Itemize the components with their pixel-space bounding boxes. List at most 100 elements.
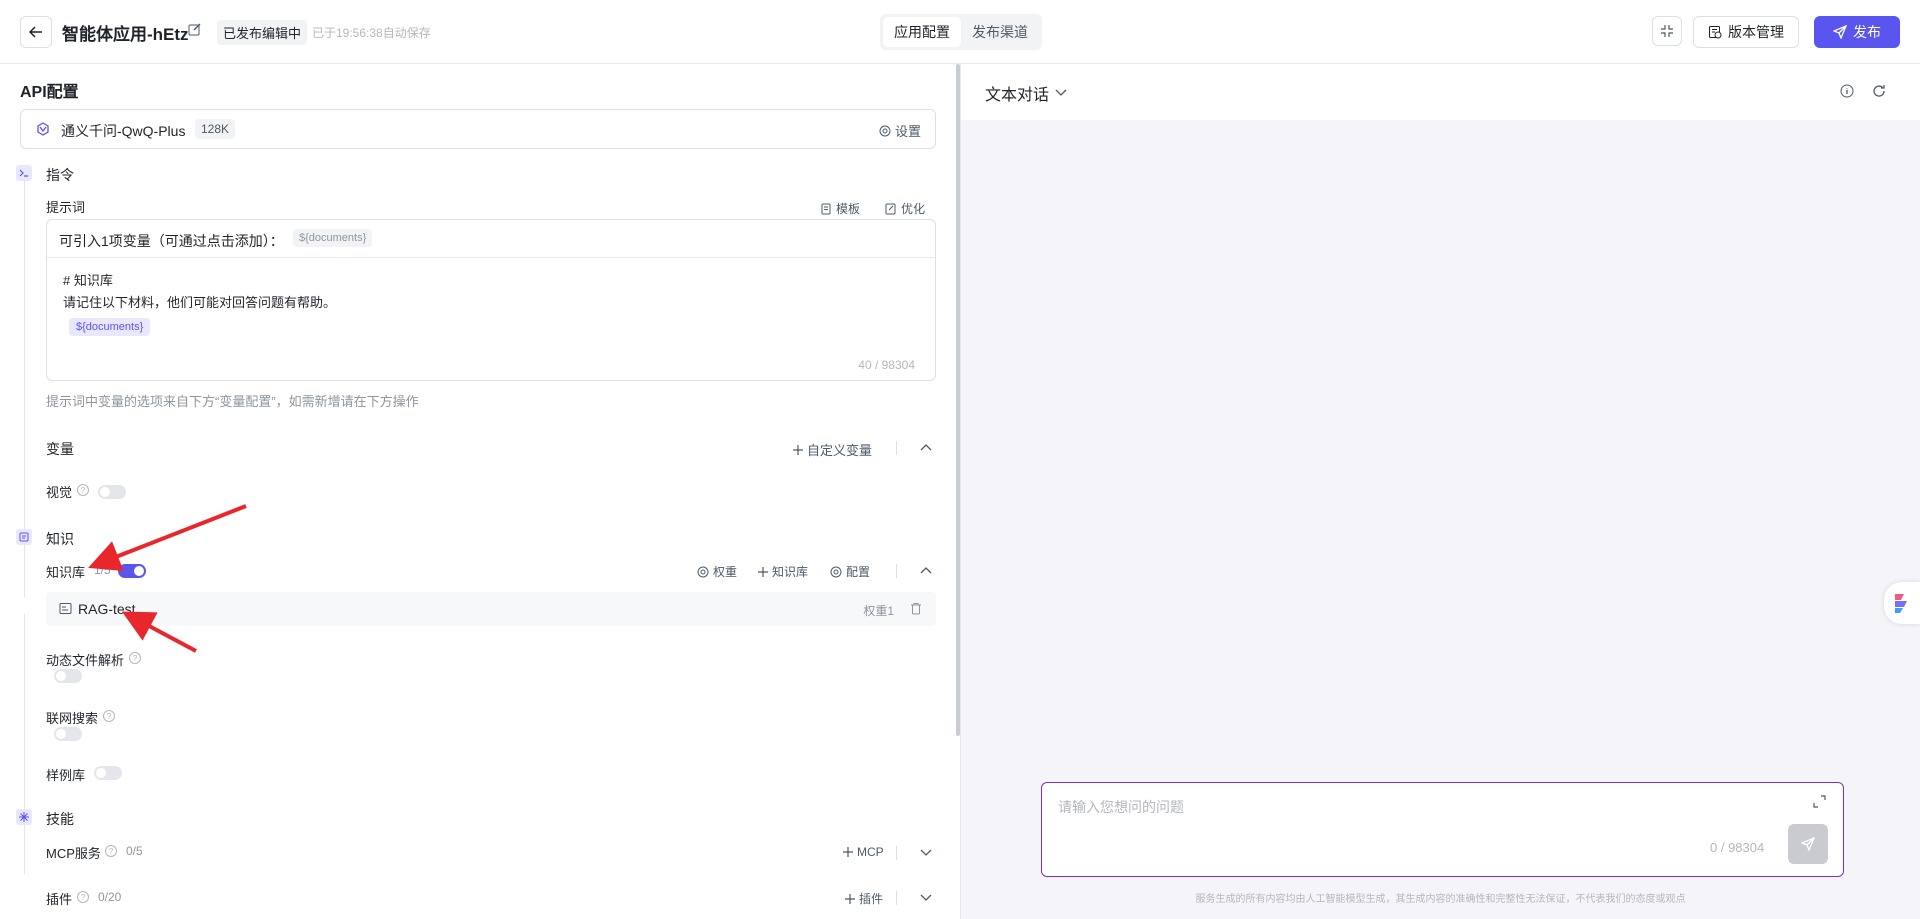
plus-icon [793,444,803,455]
edit-icon[interactable] [188,23,201,36]
chevron-up-icon[interactable] [920,443,932,451]
refresh-icon[interactable] [1872,84,1886,98]
weight-button[interactable]: 权重 [697,563,737,580]
template-button[interactable]: 模板 [821,200,860,217]
magic-icon [885,203,897,215]
skills-icon [16,809,32,825]
config-tabs: 应用配置 发布渠道 [880,14,1042,50]
collapse-button[interactable] [1652,16,1682,46]
tab-app-config[interactable]: 应用配置 [883,17,961,47]
knowledge-base-item[interactable]: RAG-test 权重1 [46,592,936,626]
gear-icon [879,125,891,137]
vision-toggle[interactable] [98,485,126,499]
prompt-line: 请记住以下材料，他们可能对回答问题有帮助。 [63,295,337,310]
web-search-toggle[interactable] [54,727,82,741]
version-icon [1708,25,1722,39]
web-search-label: 联网搜索 [46,711,99,726]
variable-tag-documents[interactable]: ${documents} [293,229,373,247]
template-label: 模板 [836,202,861,216]
knowledge-config-button[interactable]: 配置 [830,563,870,580]
chat-input-placeholder: 请输入您想问的问题 [1058,799,1184,815]
dynamic-file-toggle[interactable] [54,669,82,683]
api-config-title: API配置 [20,84,79,101]
example-library-toggle[interactable] [94,766,122,780]
send-button[interactable] [1788,824,1828,864]
model-name: 通义千问-QwQ-Plus [61,123,186,139]
divider [896,441,897,455]
disclaimer: 服务生成的所有内容均由人工智能模型生成，其生成内容的准确性和完整性无法保证，不代… [1195,894,1686,905]
help-icon[interactable]: ? [105,845,117,857]
add-mcp-label: MCP [857,845,884,859]
help-icon[interactable]: ? [77,891,89,903]
version-management-button[interactable]: 版本管理 [1693,16,1799,48]
plugin-count: 0/20 [98,890,122,904]
plugin-label: 插件 [46,892,73,907]
add-knowledge-label: 知识库 [772,565,809,579]
add-mcp-button[interactable]: MCP [843,845,884,859]
chevron-down-icon[interactable] [920,849,932,857]
prompt-variable-tag[interactable]: ${documents} [69,318,151,336]
tab-publish-channel[interactable]: 发布渠道 [961,17,1039,47]
preview-header: 文本对话 [961,64,1920,120]
help-icon[interactable]: ? [129,652,141,664]
knowledge-toggle[interactable] [118,564,146,578]
assistant-logo-icon[interactable] [1884,582,1920,624]
variables-intro: 可引入1项变量（可通过点击添加）： [59,233,284,249]
trash-icon[interactable] [910,602,922,615]
arrow-left-icon [29,25,43,39]
info-icon[interactable] [1840,84,1854,98]
prompt-variables-bar: 可引入1项变量（可通过点击添加）： ${documents} [47,220,935,258]
divider [896,846,897,860]
add-knowledge-button[interactable]: 知识库 [758,563,808,580]
settings-label: 设置 [894,124,921,139]
config-panel: API配置 通义千问-QwQ-Plus 128K 设置 指令 提示词 模板 优化 [0,64,960,919]
help-icon[interactable]: ? [103,710,115,722]
mcp-count: 0/5 [126,844,143,858]
back-button[interactable] [20,16,52,48]
chevron-down-icon[interactable] [920,894,932,902]
app-title: 智能体应用-hEtz [62,25,189,44]
prompt-hint: 提示词中变量的选项来自下方“变量配置”，如需新增请在下方操作 [46,394,419,409]
prompt-label: 提示词 [46,200,86,215]
knowledge-base-label: 知识库 [46,565,86,580]
top-bar: 智能体应用-hEtz 已发布编辑中 已于19:56:38自动保存 应用配置 发布… [0,0,1920,64]
add-variable-label: 自定义变量 [807,443,873,458]
prompt-line: # 知识库 [63,273,113,288]
divider [896,564,897,578]
model-selector[interactable]: 通义千问-QwQ-Plus 128K 设置 [20,109,936,149]
version-label: 版本管理 [1728,24,1784,40]
gear-icon [830,566,842,578]
example-library-label: 样例库 [46,768,86,783]
chat-input[interactable]: 请输入您想问的问题 0 / 98304 [1041,782,1844,877]
optimize-label: 优化 [901,202,926,216]
help-icon[interactable]: ? [77,484,89,496]
add-plugin-label: 插件 [859,892,884,906]
model-settings-button[interactable]: 设置 [879,121,921,140]
mcp-service-label: MCP服务 [46,846,101,861]
send-icon [1801,837,1815,851]
add-custom-variable-button[interactable]: 自定义变量 [793,440,872,459]
knowledge-base-name: RAG-test [78,601,136,617]
divider [896,891,897,905]
plus-icon [845,893,855,904]
config-label: 配置 [846,565,871,579]
plus-icon [843,847,853,857]
knowledge-base-weight: 权重1 [863,604,894,618]
skills-title: 技能 [46,811,74,827]
dynamic-file-label: 动态文件解析 [46,653,125,668]
optimize-button[interactable]: 优化 [885,200,925,217]
autosave-text: 已于19:56:38自动保存 [312,26,431,40]
chat-mode-dropdown[interactable]: 文本对话 [985,81,1067,105]
add-plugin-button[interactable]: 插件 [845,890,883,907]
send-icon [1833,25,1847,39]
chevron-up-icon[interactable] [920,566,932,574]
chat-mode-label: 文本对话 [985,87,1050,104]
chevron-down-icon [1055,89,1067,97]
preview-panel: 文本对话 请输入您想问的问题 0 / 98304 服务生成的所有内容均由人工智能… [961,64,1920,919]
terminal-icon [16,165,32,181]
prompt-editor[interactable]: 可引入1项变量（可通过点击添加）： ${documents} # 知识库 请记住… [46,219,936,381]
knowledge-title: 知识 [46,531,74,547]
publish-button[interactable]: 发布 [1814,16,1900,48]
expand-icon[interactable] [1813,795,1826,808]
prompt-counter: 40 / 98304 [858,358,915,372]
